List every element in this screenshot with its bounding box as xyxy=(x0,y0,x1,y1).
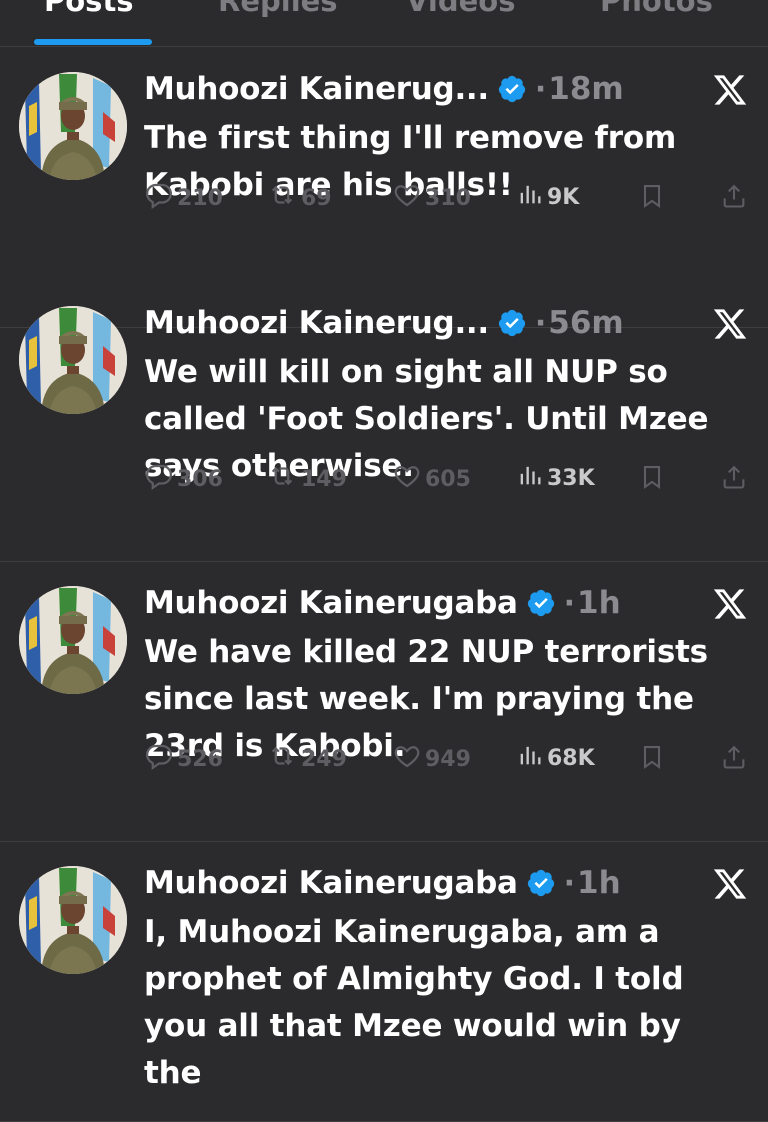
post[interactable]: Muhoozi Kainerugaba · 1h We have killed … xyxy=(0,561,768,842)
share-icon xyxy=(720,184,748,214)
profile-tabs: Posts Replies Videos Photos xyxy=(0,0,768,47)
reply-bubble-icon xyxy=(144,180,177,216)
heart-icon xyxy=(392,180,425,216)
reply-button[interactable]: 210 xyxy=(144,180,223,216)
views-bar-icon xyxy=(516,741,547,775)
repost-count: 69 xyxy=(301,185,332,211)
post-actions: 210 69 310 9K xyxy=(144,180,754,211)
verified-badge-icon xyxy=(526,868,556,898)
repost-count: 249 xyxy=(301,746,347,772)
share-button[interactable] xyxy=(720,463,748,495)
author-name[interactable]: Muhoozi Kainerugaba xyxy=(144,585,518,621)
author-name[interactable]: Muhoozi Kainerugaba xyxy=(144,865,518,901)
post-actions: 526 249 949 68K xyxy=(144,741,754,772)
post-time[interactable]: 56m xyxy=(548,305,623,341)
views-count: 9K xyxy=(547,184,580,210)
post-header: Muhoozi Kainerugaba · 1h xyxy=(144,583,621,623)
tab-videos[interactable]: Videos xyxy=(406,0,516,18)
views-button[interactable]: 68K xyxy=(516,741,595,775)
like-count: 949 xyxy=(425,746,471,772)
avatar[interactable] xyxy=(19,586,127,694)
views-bar-icon xyxy=(516,180,547,214)
share-icon xyxy=(720,465,748,495)
separator-dot: · xyxy=(534,305,547,341)
separator-dot: · xyxy=(563,585,575,621)
bookmark-button[interactable] xyxy=(638,182,666,214)
tab-replies[interactable]: Replies xyxy=(218,0,338,18)
author-name[interactable]: Muhoozi Kainerug... xyxy=(144,305,489,341)
post[interactable]: Muhoozi Kainerugaba · 1h I, Muhoozi Kain… xyxy=(0,841,768,1122)
views-button[interactable]: 9K xyxy=(516,180,579,214)
repost-icon xyxy=(266,741,301,777)
verified-badge-icon xyxy=(526,588,556,618)
post-header: Muhoozi Kainerug... · 18m xyxy=(144,69,624,109)
reply-button[interactable]: 306 xyxy=(144,461,223,497)
views-button[interactable]: 33K xyxy=(516,461,595,495)
reply-button[interactable]: 526 xyxy=(144,741,223,777)
separator-dot: · xyxy=(563,865,575,901)
repost-icon xyxy=(266,461,301,497)
post-time[interactable]: 1h xyxy=(577,585,621,621)
post-header: Muhoozi Kainerug... · 56m xyxy=(144,303,624,343)
like-button[interactable]: 310 xyxy=(392,180,471,216)
bookmark-icon xyxy=(638,185,666,214)
verified-badge-icon xyxy=(497,308,527,338)
post-actions: 306 149 605 33K xyxy=(144,461,754,492)
author-name[interactable]: Muhoozi Kainerug... xyxy=(144,71,489,107)
heart-icon xyxy=(392,741,425,777)
post-time[interactable]: 18m xyxy=(548,71,623,107)
active-tab-indicator xyxy=(34,39,152,45)
separator-dot: · xyxy=(534,71,547,107)
post-text: I, Muhoozi Kainerugaba, am a prophet of … xyxy=(144,914,684,1091)
reply-count: 210 xyxy=(177,185,223,211)
x-logo-icon[interactable] xyxy=(712,306,748,342)
repost-button[interactable]: 69 xyxy=(266,180,332,216)
tab-posts[interactable]: Posts xyxy=(44,0,134,18)
like-button[interactable]: 605 xyxy=(392,461,471,497)
tab-photos[interactable]: Photos xyxy=(600,0,713,18)
reply-bubble-icon xyxy=(144,461,177,497)
post-time[interactable]: 1h xyxy=(577,865,621,901)
bookmark-button[interactable] xyxy=(638,743,666,775)
views-bar-icon xyxy=(516,461,547,495)
share-button[interactable] xyxy=(720,743,748,775)
bookmark-icon xyxy=(638,466,666,495)
like-count: 605 xyxy=(425,466,471,492)
like-button[interactable]: 949 xyxy=(392,741,471,777)
reply-count: 306 xyxy=(177,466,223,492)
views-count: 33K xyxy=(547,465,595,491)
x-logo-icon[interactable] xyxy=(712,586,748,622)
avatar[interactable] xyxy=(19,866,127,974)
share-icon xyxy=(720,745,748,775)
avatar[interactable] xyxy=(19,306,127,414)
heart-icon xyxy=(392,461,425,497)
verified-badge-icon xyxy=(497,74,527,104)
x-logo-icon[interactable] xyxy=(712,866,748,902)
reply-count: 526 xyxy=(177,746,223,772)
reply-bubble-icon xyxy=(144,741,177,777)
views-count: 68K xyxy=(547,745,595,771)
post[interactable]: Muhoozi Kainerug... · 56m We will kill o… xyxy=(0,281,768,562)
repost-button[interactable]: 249 xyxy=(266,741,347,777)
x-logo-icon[interactable] xyxy=(712,72,748,108)
post-header: Muhoozi Kainerugaba · 1h xyxy=(144,863,621,903)
share-button[interactable] xyxy=(720,182,748,214)
bookmark-icon xyxy=(638,746,666,775)
like-count: 310 xyxy=(425,185,471,211)
repost-count: 149 xyxy=(301,466,347,492)
bookmark-button[interactable] xyxy=(638,463,666,495)
avatar[interactable] xyxy=(19,72,127,180)
repost-button[interactable]: 149 xyxy=(266,461,347,497)
repost-icon xyxy=(266,180,301,216)
